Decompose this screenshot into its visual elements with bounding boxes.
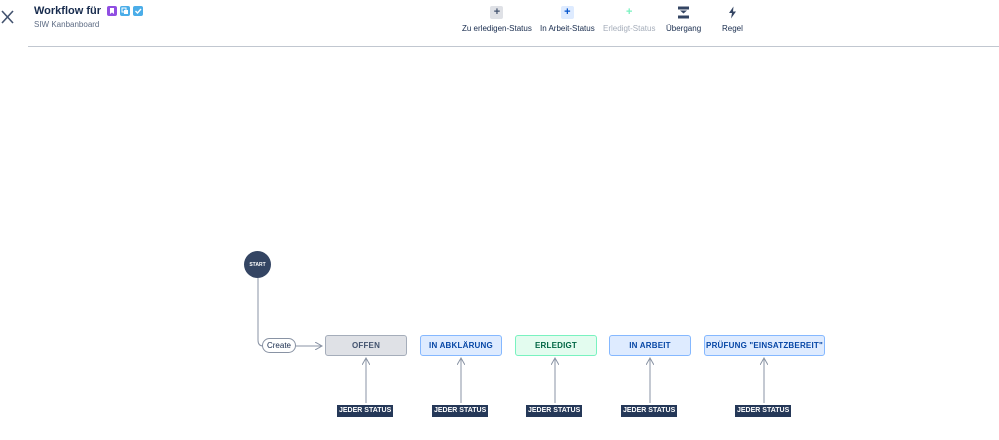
any-status-label[interactable]: JEDER STATUS: [432, 405, 489, 417]
any-status-label[interactable]: JEDER STATUS: [621, 405, 678, 417]
add-done-status-label: Erledigt-Status: [603, 24, 656, 33]
lightning-icon: [726, 6, 739, 19]
close-icon: [1, 10, 14, 24]
add-rule-button[interactable]: Regel: [722, 6, 743, 33]
close-button[interactable]: [0, 8, 16, 26]
status-in-abklaerung[interactable]: IN ABKLÄRUNG: [420, 335, 502, 356]
plus-icon: +: [622, 6, 636, 19]
add-inprogress-status-button[interactable]: + In Arbeit-Status: [540, 6, 595, 33]
subtask-icon: [120, 6, 131, 16]
story-icon: [107, 6, 118, 16]
any-status-label[interactable]: JEDER STATUS: [337, 405, 394, 417]
task-icon: [133, 6, 144, 16]
status-in-arbeit[interactable]: IN ARBEIT: [609, 335, 691, 356]
board-name: SIW Kanbanboard: [34, 20, 100, 29]
add-todo-status-button[interactable]: + Zu erledigen-Status: [462, 6, 532, 33]
add-done-status-button[interactable]: + Erledigt-Status: [603, 6, 655, 33]
any-status-label[interactable]: JEDER STATUS: [526, 405, 583, 417]
status-offen[interactable]: OFFEN: [325, 335, 407, 356]
start-node[interactable]: START: [244, 251, 271, 278]
add-todo-status-label: Zu erledigen-Status: [462, 24, 532, 33]
create-transition[interactable]: Create: [262, 338, 296, 353]
add-transition-button[interactable]: Übergang: [666, 6, 701, 33]
status-erledigt[interactable]: ERLEDIGT: [515, 335, 597, 356]
page-title-text: Workflow für: [34, 5, 102, 17]
plus-icon: +: [490, 6, 504, 19]
transition-icon: [677, 6, 690, 19]
add-inprogress-status-label: In Arbeit-Status: [540, 24, 595, 33]
status-pruefung-einsatzbereit[interactable]: PRÜFUNG "EINSATZBEREIT": [704, 335, 825, 356]
workflow-canvas[interactable]: [0, 47, 999, 440]
any-status-label[interactable]: JEDER STATUS: [735, 405, 792, 417]
add-rule-label: Regel: [722, 24, 743, 33]
plus-icon: +: [560, 6, 574, 19]
connector-lines: [257, 278, 999, 403]
page-title: Workflow für: [34, 5, 144, 17]
add-transition-label: Übergang: [666, 24, 702, 33]
